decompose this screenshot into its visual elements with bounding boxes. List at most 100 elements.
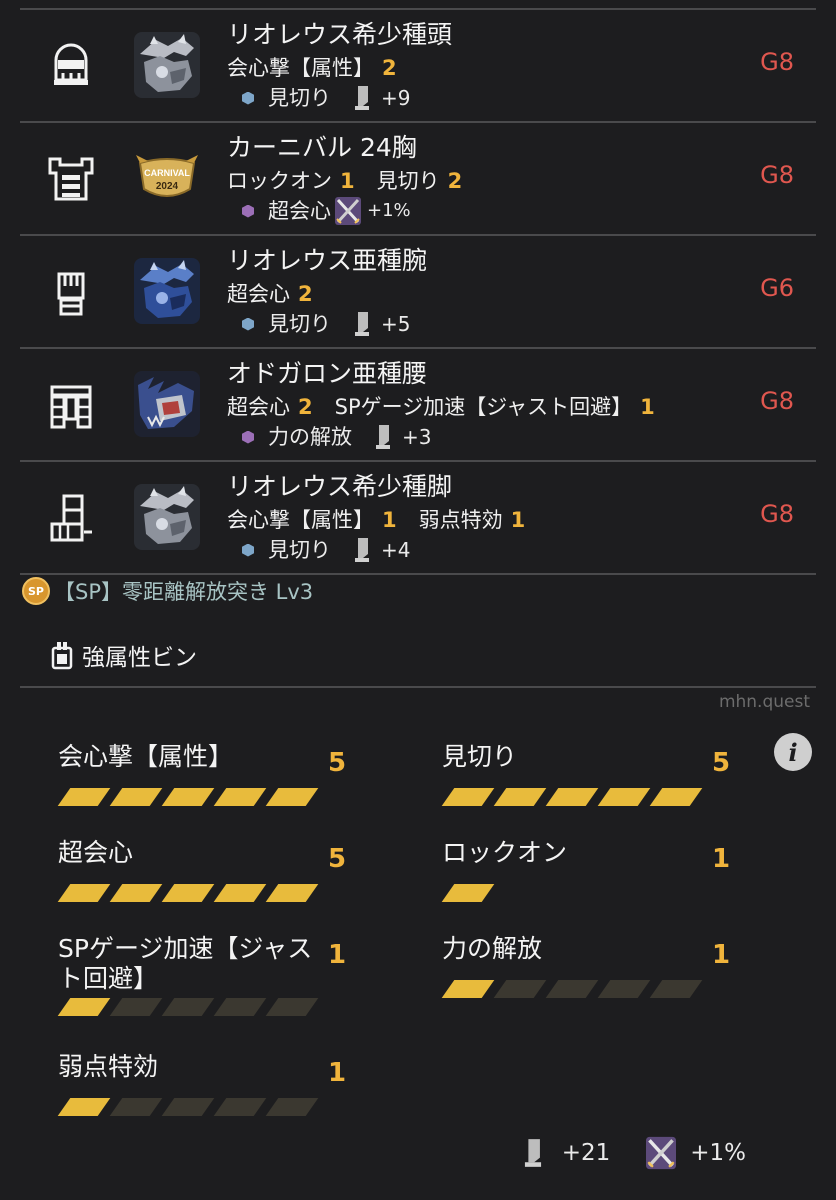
watermark: mhn.quest <box>718 692 810 712</box>
sharpness-icon <box>349 536 375 564</box>
equipment-skills: 超会心 2 SPゲージ加速【ジャスト回避】 1 <box>227 393 677 421</box>
equipment-name: リオレウス希少種脚 <box>227 472 453 501</box>
gem-skill: 見切り <box>268 312 331 336</box>
sharpness-icon <box>349 84 375 112</box>
chest-armor-icon <box>46 153 96 205</box>
skill-level-segment <box>649 788 703 806</box>
bonus-value: +1% <box>367 200 411 221</box>
skill-level-segment <box>597 788 651 806</box>
sharpness-icon <box>349 310 375 338</box>
skill-level-segment <box>213 884 267 902</box>
skill-level-bar <box>57 788 319 806</box>
equipment-name: リオレウス希少種頭 <box>227 20 453 49</box>
special-skill-line: SP 【SP】零距離解放突き Lv3 <box>22 576 313 606</box>
skill-level: 2 <box>447 169 463 193</box>
equipment-gem-line: 見切り +4 <box>242 536 410 564</box>
grade-label: G8 <box>760 500 794 528</box>
equipment-gem-line: 見切り +9 <box>242 84 410 112</box>
gem-icon <box>242 543 254 557</box>
equipment-row[interactable]: オドガロン亜種腰超会心 2 SPゲージ加速【ジャスト回避】 1 力の解放 +3 G8 <box>20 349 816 462</box>
skill-level-bar <box>57 998 319 1016</box>
skill-level-segment <box>265 1098 319 1116</box>
skill-level-segment <box>493 980 547 998</box>
equipment-row[interactable]: CARNIVAL 2024 カーニバル 24胸 ロックオン 1 見切り 2 超会心 +1% G8 <box>20 123 816 236</box>
skill-level-segment <box>265 788 319 806</box>
equipment-gem-line: 超会心 +1% <box>242 197 411 225</box>
skill-level-bar <box>441 884 495 902</box>
equipment-name: オドガロン亜種腰 <box>227 359 428 388</box>
skill-name: 超会心 <box>227 395 290 419</box>
skill-level-segment <box>441 884 495 902</box>
sp-badge-icon: SP <box>22 577 50 605</box>
skill-level-segment <box>213 998 267 1016</box>
skill-name: 弱点特効 <box>418 508 503 532</box>
skill-name: ロックオン <box>227 169 332 193</box>
skill-level: 1 <box>382 508 397 532</box>
sharpness-icon <box>518 1136 548 1170</box>
equipment-row[interactable]: リオレウス希少種頭 会心撃【属性】 2 見切り +9 G8 <box>20 10 816 123</box>
equipment-name: カーニバル 24胸 <box>227 133 417 162</box>
azure-rathalos-icon <box>134 258 200 324</box>
skill-name: 会心撃【属性】 <box>227 56 374 80</box>
skill-summary-name: 超会心 <box>58 838 134 867</box>
skill-summary-level: 1 <box>712 940 731 970</box>
special-skill-text: 【SP】零距離解放突き Lv3 <box>54 580 314 604</box>
azure-odogaron-icon <box>134 371 200 437</box>
crossed-swords-icon <box>646 1136 677 1170</box>
skill-level-segment <box>109 998 163 1016</box>
total-sharpness-bonus: +21 <box>561 1140 611 1166</box>
gem-icon <box>242 91 254 105</box>
skill-summary-name: 見切り <box>442 742 518 771</box>
skill-level-bar <box>57 884 319 902</box>
skill-summary-level: 1 <box>328 940 347 970</box>
skill-summary-name: 会心撃【属性】 <box>58 742 234 771</box>
skill-level-segment <box>213 788 267 806</box>
skill-level-segment <box>597 980 651 998</box>
skill-summary-level: 5 <box>328 844 347 874</box>
grade-label: G8 <box>760 387 794 415</box>
skill-level: 2 <box>382 56 397 80</box>
skill-name: 会心撃【属性】 <box>227 508 374 532</box>
skill-level-segment <box>57 788 111 806</box>
skill-summary-name: ロックオン <box>442 838 568 867</box>
bonus-value: +4 <box>381 538 411 562</box>
skill-level-bar <box>441 980 703 998</box>
silver-rathalos-icon <box>134 484 200 550</box>
totals: +21 +1% <box>518 1136 746 1170</box>
greaves-icon <box>46 492 96 544</box>
skill-level-segment <box>265 998 319 1016</box>
carnival-badge-text-2: 2024 <box>156 181 179 192</box>
skill-level-segment <box>545 788 599 806</box>
skill-level: 2 <box>298 282 313 306</box>
skill-level-segment <box>161 788 215 806</box>
gem-skill: 力の解放 <box>268 425 352 449</box>
silver-rathalos-icon <box>134 32 200 98</box>
equipment-row[interactable]: リオレウス希少種脚 会心撃【属性】 1 弱点特効 1 見切り +4 G8 <box>20 462 816 575</box>
coating-line: 強属性ビン <box>50 638 197 672</box>
total-crit-bonus: +1% <box>690 1140 746 1166</box>
helmet-icon <box>46 40 96 92</box>
skill-name: 見切り <box>376 169 440 193</box>
gem-icon <box>242 430 254 444</box>
bonus-value: +3 <box>402 425 432 449</box>
skill-level-bar <box>57 1098 319 1116</box>
skill-level: 1 <box>640 395 655 419</box>
equipment-row[interactable]: リオレウス亜種腕 超会心 2 見切り +5 G6 <box>20 236 816 349</box>
equipment-skills: 超会心 2 <box>227 280 335 308</box>
info-icon[interactable]: i <box>774 733 812 771</box>
skill-summary-level: 5 <box>328 748 347 778</box>
gem-icon <box>242 204 254 218</box>
carnival-badge-text-1: CARNIVAL <box>144 168 190 178</box>
skill-level-segment <box>441 980 495 998</box>
skill-level-segment <box>161 884 215 902</box>
skill-level-segment <box>441 788 495 806</box>
skill-level-segment <box>213 1098 267 1116</box>
equipment-skills: ロックオン 1 見切り 2 <box>227 167 484 195</box>
skill-level-bar <box>441 788 703 806</box>
equipment-gem-line: 力の解放 +3 <box>242 423 431 451</box>
skill-summary-name: 弱点特効 <box>58 1052 159 1081</box>
gauntlet-icon <box>46 266 96 318</box>
equipment-gem-line: 見切り +5 <box>242 310 410 338</box>
skill-summary-level: 1 <box>712 844 731 874</box>
skill-summary-name: 力の解放 <box>442 934 543 963</box>
